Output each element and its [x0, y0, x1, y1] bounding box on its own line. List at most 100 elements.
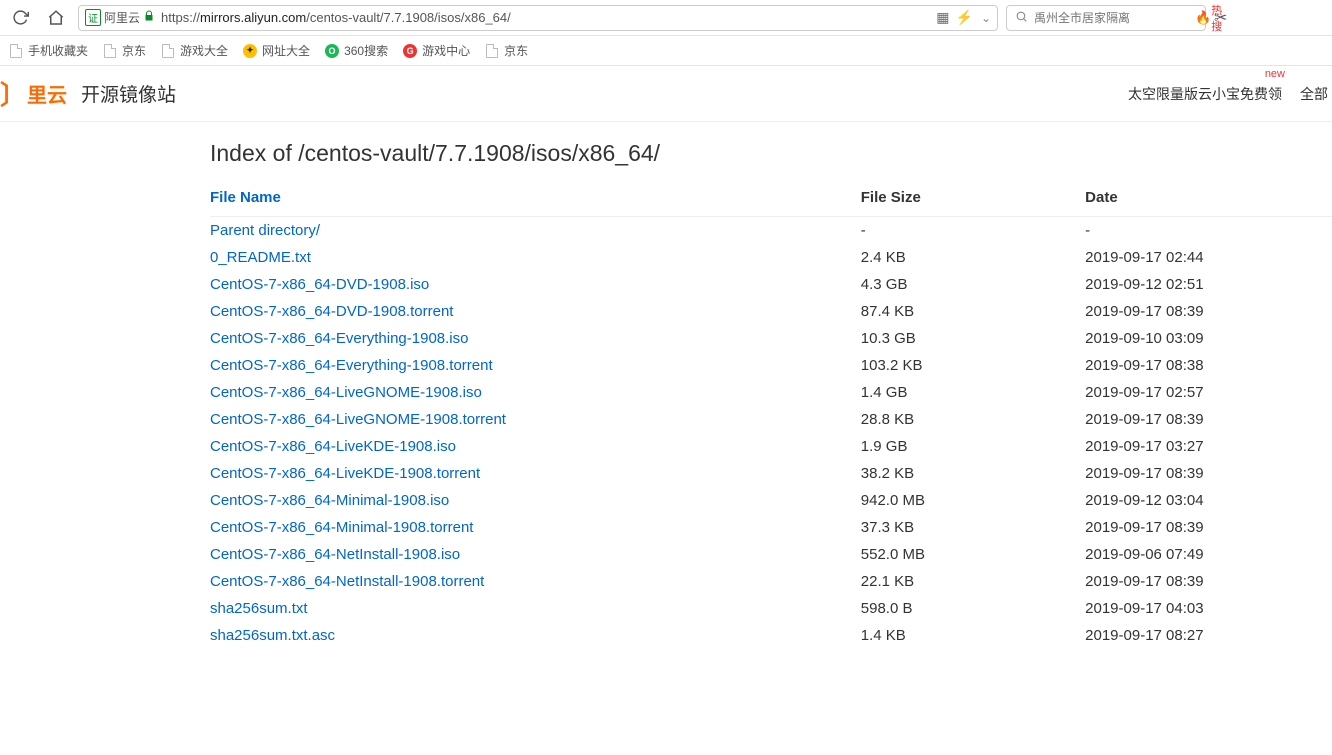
- file-size: 28.8 KB: [861, 406, 1085, 433]
- file-link[interactable]: CentOS-7-x86_64-DVD-1908.torrent: [210, 303, 453, 320]
- chevron-down-icon[interactable]: ⌄: [981, 11, 991, 25]
- new-tag: new: [1265, 68, 1285, 80]
- file-link[interactable]: sha256sum.txt: [210, 600, 308, 617]
- bolt-icon[interactable]: ⚡: [956, 9, 973, 26]
- file-date: 2019-09-17 08:39: [1085, 568, 1332, 595]
- file-date: 2019-09-06 07:49: [1085, 541, 1332, 568]
- header-right: new 太空限量版云小宝免费领 全部: [1128, 84, 1332, 104]
- qr-icon[interactable]: ▦: [936, 9, 947, 26]
- page-icon: [104, 44, 116, 58]
- browser-toolbar: 证 阿里云 https://mirrors.aliyun.com/centos-…: [0, 0, 1332, 36]
- file-date: 2019-09-12 03:04: [1085, 487, 1332, 514]
- table-row: CentOS-7-x86_64-DVD-1908.torrent 87.4 KB2…: [210, 298, 1332, 325]
- file-link[interactable]: CentOS-7-x86_64-DVD-1908.iso: [210, 276, 429, 293]
- logo-block: 〕里云 开源镜像站: [0, 75, 176, 112]
- bookmark-item[interactable]: 游戏大全: [160, 42, 228, 59]
- site-title: 开源镜像站: [81, 80, 176, 107]
- search-icon: [1015, 10, 1028, 26]
- table-row: CentOS-7-x86_64-DVD-1908.iso4.3 GB2019-0…: [210, 271, 1332, 298]
- home-icon: [47, 9, 65, 27]
- file-link[interactable]: CentOS-7-x86_64-Minimal-1908.torrent: [210, 519, 473, 536]
- file-size: 1.4 GB: [861, 379, 1085, 406]
- file-link[interactable]: CentOS-7-x86_64-NetInstall-1908.torrent: [210, 573, 484, 590]
- bookmark-label: 手机收藏夹: [28, 42, 88, 59]
- bookmark-item[interactable]: G 游戏中心: [402, 42, 470, 59]
- bookmark-item[interactable]: 京东: [484, 42, 528, 59]
- col-header-name[interactable]: File Name: [210, 181, 861, 217]
- file-link[interactable]: 0_README.txt: [210, 249, 311, 266]
- col-header-date[interactable]: Date: [1085, 181, 1332, 217]
- bookmark-item[interactable]: 京东: [102, 42, 146, 59]
- file-size: 87.4 KB: [861, 298, 1085, 325]
- bookmark-item[interactable]: O 360搜索: [324, 42, 388, 59]
- site-header: 〕里云 开源镜像站 new 太空限量版云小宝免费领 全部: [0, 66, 1332, 122]
- page-icon: [10, 44, 22, 58]
- screenshot-button[interactable]: ✂: [1214, 8, 1227, 28]
- file-size: -: [861, 217, 1085, 245]
- favicon-360s: O: [325, 44, 339, 58]
- url-text: https://mirrors.aliyun.com/centos-vault/…: [161, 10, 936, 25]
- file-size: 942.0 MB: [861, 487, 1085, 514]
- file-size: 22.1 KB: [861, 568, 1085, 595]
- file-size: 38.2 KB: [861, 460, 1085, 487]
- aliyun-logo[interactable]: 〕里云: [0, 75, 67, 112]
- file-date: 2019-09-17 08:39: [1085, 298, 1332, 325]
- bookmark-label: 京东: [504, 42, 528, 59]
- table-row: CentOS-7-x86_64-NetInstall-1908.torrent 2…: [210, 568, 1332, 595]
- file-date: 2019-09-17 02:57: [1085, 379, 1332, 406]
- table-row: 0_README.txt2.4 KB2019-09-17 02:44: [210, 244, 1332, 271]
- file-size: 4.3 GB: [861, 271, 1085, 298]
- table-row: CentOS-7-x86_64-Minimal-1908.iso 942.0 MB…: [210, 487, 1332, 514]
- col-header-size[interactable]: File Size: [861, 181, 1085, 217]
- file-link[interactable]: CentOS-7-x86_64-LiveGNOME-1908.iso: [210, 384, 482, 401]
- address-bar[interactable]: 证 阿里云 https://mirrors.aliyun.com/centos-…: [78, 5, 998, 31]
- page-title: Index of /centos-vault/7.7.1908/isos/x86…: [210, 140, 1332, 167]
- cert-badge: 证: [85, 9, 101, 26]
- site-identity[interactable]: 证 阿里云: [85, 9, 155, 26]
- file-size: 103.2 KB: [861, 352, 1085, 379]
- table-row: CentOS-7-x86_64-NetInstall-1908.iso552.0…: [210, 541, 1332, 568]
- file-link[interactable]: sha256sum.txt.asc: [210, 627, 335, 644]
- refresh-icon: [12, 9, 29, 26]
- bookmark-item[interactable]: ✦ 网址大全: [242, 42, 310, 59]
- bookmark-item[interactable]: 手机收藏夹: [8, 42, 88, 59]
- file-link[interactable]: CentOS-7-x86_64-LiveKDE-1908.iso: [210, 438, 456, 455]
- browser-search[interactable]: 🔥热搜: [1006, 5, 1206, 31]
- file-link[interactable]: CentOS-7-x86_64-Minimal-1908.iso: [210, 492, 449, 509]
- table-row: sha256sum.txt598.0 B2019-09-17 04:03: [210, 595, 1332, 622]
- file-date: 2019-09-10 03:09: [1085, 325, 1332, 352]
- favicon-gamecenter: G: [403, 44, 417, 58]
- bookmark-label: 京东: [122, 42, 146, 59]
- bookmark-label: 网址大全: [262, 42, 310, 59]
- promo-link[interactable]: new 太空限量版云小宝免费领: [1128, 84, 1282, 104]
- file-link[interactable]: CentOS-7-x86_64-Everything-1908.torrent: [210, 357, 493, 374]
- file-date: 2019-09-17 08:39: [1085, 460, 1332, 487]
- directory-listing: Index of /centos-vault/7.7.1908/isos/x86…: [210, 140, 1332, 649]
- header-all-link[interactable]: 全部: [1300, 84, 1328, 104]
- page-icon: [162, 44, 174, 58]
- refresh-button[interactable]: [6, 4, 34, 32]
- file-date: 2019-09-17 02:44: [1085, 244, 1332, 271]
- table-row: CentOS-7-x86_64-LiveGNOME-1908.torrent 28…: [210, 406, 1332, 433]
- file-link[interactable]: CentOS-7-x86_64-LiveGNOME-1908.torrent: [210, 411, 506, 428]
- file-date: 2019-09-17 08:27: [1085, 622, 1332, 649]
- bookmark-label: 游戏大全: [180, 42, 228, 59]
- table-row: CentOS-7-x86_64-Everything-1908.torrent 1…: [210, 352, 1332, 379]
- search-input[interactable]: [1034, 11, 1189, 25]
- file-link[interactable]: CentOS-7-x86_64-LiveKDE-1908.torrent: [210, 465, 480, 482]
- bookmark-label: 360搜索: [344, 42, 388, 59]
- site-label: 阿里云: [104, 9, 140, 26]
- file-link[interactable]: CentOS-7-x86_64-Everything-1908.iso: [210, 330, 468, 347]
- file-link[interactable]: CentOS-7-x86_64-NetInstall-1908.iso: [210, 546, 460, 563]
- file-table: File Name File Size Date Parent director…: [210, 181, 1332, 649]
- bookmark-label: 游戏中心: [422, 42, 470, 59]
- file-date: 2019-09-17 08:39: [1085, 406, 1332, 433]
- home-button[interactable]: [42, 4, 70, 32]
- fire-icon: 🔥: [1195, 10, 1211, 26]
- file-link[interactable]: Parent directory/: [210, 222, 320, 239]
- bookmarks-bar: 手机收藏夹 京东 游戏大全 ✦ 网址大全 O 360搜索 G 游戏中心 京东: [0, 36, 1332, 66]
- file-size: 37.3 KB: [861, 514, 1085, 541]
- favicon-360wz: ✦: [243, 44, 257, 58]
- table-row: CentOS-7-x86_64-Minimal-1908.torrent 37.3…: [210, 514, 1332, 541]
- file-date: 2019-09-17 04:03: [1085, 595, 1332, 622]
